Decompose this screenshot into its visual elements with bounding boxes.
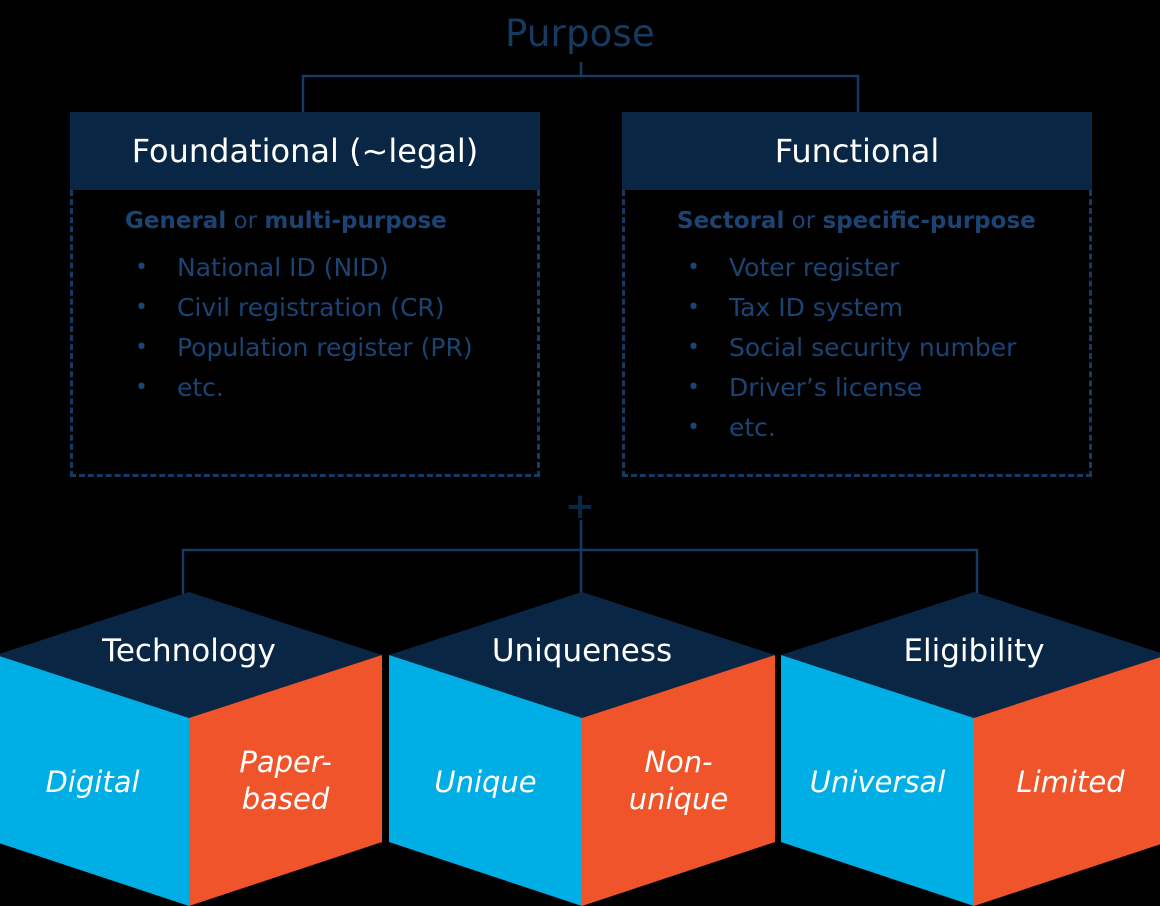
list-item: Social security number [677, 328, 1081, 368]
subtitle-part-bold-2: specific-purpose [822, 208, 1036, 234]
cube-right-label-line2: unique [628, 782, 729, 816]
cube-technology[interactable]: Technology Digital Paper-based [0, 592, 382, 906]
purpose-box-subtitle: Sectoral or specific-purpose [633, 208, 1081, 234]
connector-top-bracket [301, 74, 860, 112]
list-item: etc. [677, 408, 1081, 448]
cube-uniqueness[interactable]: Uniqueness Unique Non-unique [389, 592, 775, 906]
diagram-canvas: Purpose Foundational (~legal) General or… [0, 0, 1160, 906]
subtitle-part-bold-2: multi-purpose [264, 208, 447, 234]
cube-top-label: Eligibility [903, 633, 1045, 669]
list-item: Civil registration (CR) [125, 288, 529, 328]
list-item: Tax ID system [677, 288, 1081, 328]
list-item: Driver’s license [677, 368, 1081, 408]
subtitle-part-conjunction: or [226, 208, 265, 234]
cube-left-label: Digital [45, 765, 140, 799]
list-item: National ID (NID) [125, 248, 529, 288]
list-item: etc. [125, 368, 529, 408]
purpose-box-list: National ID (NID) Civil registration (CR… [81, 248, 529, 408]
cube-top-label: Uniqueness [491, 633, 673, 669]
purpose-box-list: Voter register Tax ID system Social secu… [633, 248, 1081, 448]
list-item: Population register (PR) [125, 328, 529, 368]
purpose-box-foundational[interactable]: Foundational (~legal) General or multi-p… [70, 112, 540, 477]
purpose-box-body: General or multi-purpose National ID (NI… [70, 190, 540, 477]
purpose-box-header: Functional [622, 112, 1092, 190]
subtitle-part-bold-1: General [125, 208, 227, 234]
cube-left-label: Universal [809, 765, 946, 799]
cube-right-label-line2: based [241, 782, 330, 816]
list-item: Voter register [677, 248, 1081, 288]
cube-right-label: Non-unique [586, 744, 771, 818]
purpose-box-subtitle: General or multi-purpose [81, 208, 529, 234]
plus-icon: + [564, 486, 596, 527]
cube-eligibility[interactable]: Eligibility Universal Limited [781, 592, 1160, 906]
subtitle-part-conjunction: or [784, 208, 823, 234]
cube-left-label: Unique [434, 765, 537, 799]
page-title: Purpose [505, 12, 655, 55]
cube-right-label-line1: Paper- [239, 745, 332, 779]
purpose-box-functional[interactable]: Functional Sectoral or specific-purpose … [622, 112, 1092, 477]
cube-top-label: Technology [102, 633, 276, 669]
cube-right-label: Paper-based [193, 744, 378, 818]
purpose-box-header: Foundational (~legal) [70, 112, 540, 190]
cube-right-label: Limited [1016, 765, 1125, 799]
cube-right-label-line1: Non- [644, 745, 713, 779]
purpose-box-body: Sectoral or specific-purpose Voter regis… [622, 190, 1092, 477]
subtitle-part-bold-1: Sectoral [677, 208, 785, 234]
